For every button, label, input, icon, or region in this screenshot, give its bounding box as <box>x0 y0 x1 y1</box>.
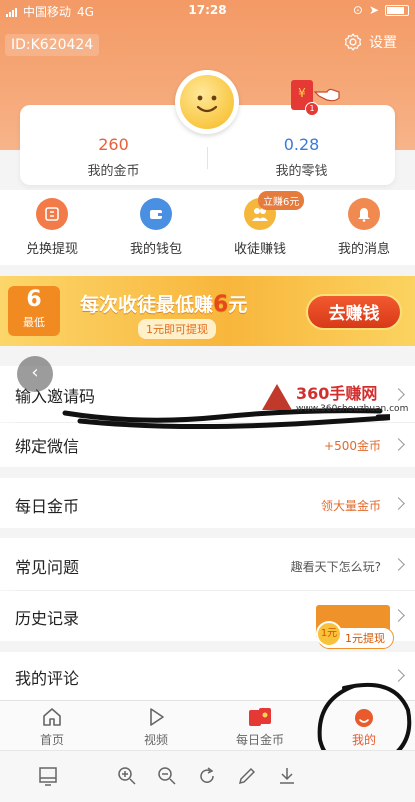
chevron-right-icon <box>392 438 405 451</box>
recruit-bonus-tag: 立赚6元 <box>258 191 305 210</box>
chevron-right-icon <box>392 609 405 622</box>
watermark-name: 360手赚网 <box>296 384 378 403</box>
battery-icon <box>385 4 409 16</box>
app-screen: 中国移动 4G 17:28 ⊙ ➤ ID:K620424 设置 260 我的金币 <box>0 0 415 802</box>
watermark-logo-icon <box>262 384 292 410</box>
coins-stat[interactable]: 260 我的金币 <box>20 135 207 179</box>
tab-home-label: 首页 <box>39 733 64 747</box>
recruit-banner[interactable]: 6 最低 每次收徒最低赚6元 1元即可提现 去赚钱 <box>0 276 415 346</box>
history-title: 历史记录 <box>15 609 80 628</box>
wallet-icon <box>140 198 172 230</box>
tab-video-label: 视频 <box>143 733 168 747</box>
faq-extra: 趣看天下怎么玩? <box>290 560 381 574</box>
play-icon <box>104 705 208 729</box>
quick-messages-label: 我的消息 <box>337 242 390 257</box>
banner-badge-number: 6 <box>26 287 42 312</box>
daily-coins-extra: 领大量金币 <box>320 499 381 513</box>
chevron-right-icon <box>392 497 405 510</box>
quick-wallet[interactable]: 我的钱包 <box>104 198 208 257</box>
coin-icon: 1元 <box>316 621 342 647</box>
quick-recruit-label: 收徒赚钱 <box>233 242 286 257</box>
banner-subtitle: 1元即可提现 <box>138 319 216 339</box>
avatar[interactable] <box>175 70 239 134</box>
status-bar: 中国移动 4G 17:28 ⊙ ➤ <box>0 0 415 22</box>
pointing-hand-icon <box>313 88 340 102</box>
coins-value: 260 <box>98 135 129 154</box>
pencil-icon[interactable] <box>236 765 258 787</box>
tablet-icon[interactable] <box>37 765 59 787</box>
rotate-icon[interactable] <box>196 765 218 787</box>
zoom-out-icon[interactable] <box>156 765 178 787</box>
bell-icon <box>348 198 380 230</box>
daily-coins-title: 每日金币 <box>15 497 80 516</box>
withdraw-float-badge[interactable]: 1元提现 1元 <box>316 605 394 649</box>
zoom-in-icon[interactable] <box>116 765 138 787</box>
notification-badge: 1 <box>305 102 319 116</box>
faq-row[interactable]: 常见问题 趣看天下怎么玩? <box>0 538 415 590</box>
exchange-icon <box>36 198 68 230</box>
redpacket-notification-icon[interactable]: ¥ 1 <box>291 80 319 116</box>
orientation-lock-icon: ⊙ <box>352 3 363 17</box>
tab-daily-coins[interactable]: 每日金币 <box>208 705 312 748</box>
banner-title-prefix: 每次收徒最低赚 <box>80 294 214 316</box>
quick-menu: 兑换提现 我的钱包 收徒赚钱 我的消息 <box>0 190 415 265</box>
chevron-right-icon <box>392 558 405 571</box>
smiley-avatar-icon <box>180 75 234 129</box>
home-icon <box>0 705 104 729</box>
watermark-url: www.360shouzhuan.com <box>296 404 409 414</box>
tab-daily-coins-label: 每日金币 <box>235 733 284 747</box>
back-button[interactable]: ‹ <box>17 356 53 392</box>
location-icon: ➤ <box>368 3 379 17</box>
quick-messages[interactable]: 我的消息 <box>312 198 415 257</box>
banner-title-suffix: 元 <box>228 294 248 316</box>
banner-title-amount: 6 <box>213 292 229 317</box>
tab-home[interactable]: 首页 <box>0 705 104 748</box>
bind-wechat-title: 绑定微信 <box>15 437 80 456</box>
browser-toolbar <box>0 750 415 802</box>
download-icon[interactable] <box>276 765 298 787</box>
earn-money-button[interactable]: 去赚钱 <box>306 294 402 330</box>
daily-coins-row[interactable]: 每日金币 领大量金币 <box>0 478 415 528</box>
change-value: 0.28 <box>283 135 320 154</box>
quick-exchange[interactable]: 兑换提现 <box>0 198 104 257</box>
bind-wechat-extra: +500金币 <box>324 439 381 453</box>
gear-icon <box>344 33 362 51</box>
chevron-left-icon: ‹ <box>31 362 39 383</box>
faq-title: 常见问题 <box>15 558 80 577</box>
settings-label: 设置 <box>369 35 397 51</box>
quick-wallet-label: 我的钱包 <box>129 242 182 257</box>
watermark: 360手赚网 www.360shouzhuan.com <box>262 380 408 414</box>
quick-exchange-label: 兑换提现 <box>25 242 78 257</box>
change-stat[interactable]: 0.28 我的零钱 <box>208 135 395 179</box>
coins-label: 我的金币 <box>87 164 140 179</box>
banner-badge: 6 最低 <box>8 286 60 336</box>
tab-video[interactable]: 视频 <box>104 705 208 748</box>
banner-title: 每次收徒最低赚6元 <box>80 290 247 317</box>
change-label: 我的零钱 <box>275 164 328 179</box>
redpacket-symbol: ¥ <box>298 86 306 100</box>
user-id: ID:K620424 <box>5 34 100 56</box>
my-comments-title: 我的评论 <box>15 669 80 688</box>
redpacket-icon <box>208 705 312 729</box>
banner-badge-text: 最低 <box>23 316 45 329</box>
settings-button[interactable]: 设置 <box>343 32 397 52</box>
